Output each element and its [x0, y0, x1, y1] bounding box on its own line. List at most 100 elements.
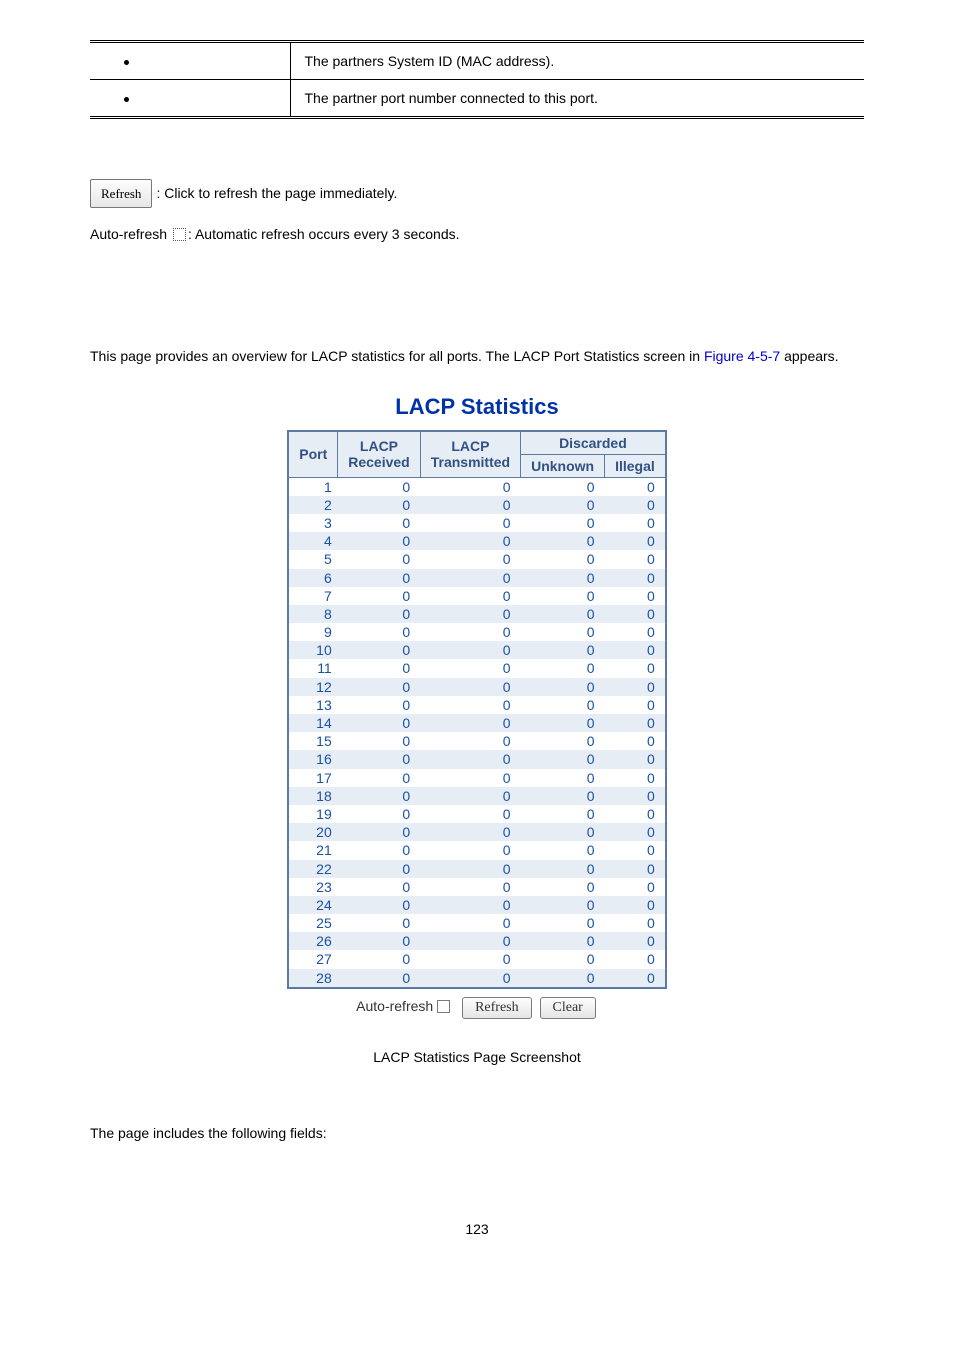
cell-lacp-transmitted: 0: [420, 823, 520, 841]
bullet-cell: [90, 42, 290, 80]
cell-discarded-unknown: 0: [521, 769, 605, 787]
cell-discarded-illegal: 0: [605, 750, 666, 768]
cell-lacp-transmitted: 0: [420, 787, 520, 805]
table-row: 120000: [288, 678, 666, 696]
checkbox-icon[interactable]: [173, 228, 186, 241]
cell-discarded-illegal: 0: [605, 950, 666, 968]
table-row: 150000: [288, 732, 666, 750]
cell-lacp-transmitted: 0: [420, 659, 520, 677]
cell-discarded-unknown: 0: [521, 841, 605, 859]
cell-lacp-transmitted: 0: [420, 496, 520, 514]
cell-port: 26: [288, 932, 338, 950]
cell-discarded-unknown: 0: [521, 496, 605, 514]
col-header-port: Port: [288, 431, 338, 478]
col-header-unknown: Unknown: [521, 454, 605, 477]
cell-port: 4: [288, 532, 338, 550]
cell-lacp-received: 0: [338, 878, 420, 896]
col-header-discarded: Discarded: [521, 431, 666, 455]
cell-discarded-illegal: 0: [605, 696, 666, 714]
cell-discarded-unknown: 0: [521, 550, 605, 568]
figure-reference-link[interactable]: Figure 4-5-7: [704, 348, 780, 364]
cell-port: 17: [288, 769, 338, 787]
cell-lacp-received: 0: [338, 532, 420, 550]
refresh-button[interactable]: Refresh: [90, 179, 152, 208]
intro-before: This page provides an overview for LACP …: [90, 348, 704, 364]
table-row: 170000: [288, 769, 666, 787]
table-row: The partner port number connected to thi…: [90, 80, 864, 118]
cell-discarded-unknown: 0: [521, 896, 605, 914]
table-row: 20000: [288, 496, 666, 514]
table-controls: Auto-refresh Refresh Clear: [287, 997, 667, 1019]
col-header-lacp-transmitted: LACPTransmitted: [420, 431, 520, 478]
cell-port: 3: [288, 514, 338, 532]
following-fields-text: The page includes the following fields:: [90, 1125, 864, 1141]
cell-port: 27: [288, 950, 338, 968]
cell-lacp-transmitted: 0: [420, 932, 520, 950]
autorefresh-help-text: : Automatic refresh occurs every 3 secon…: [188, 226, 460, 242]
cell-discarded-illegal: 0: [605, 550, 666, 568]
cell-port: 1: [288, 477, 338, 496]
refresh-button[interactable]: Refresh: [462, 997, 532, 1019]
cell-lacp-received: 0: [338, 514, 420, 532]
cell-discarded-illegal: 0: [605, 678, 666, 696]
table-row: 200000: [288, 823, 666, 841]
cell-lacp-transmitted: 0: [420, 587, 520, 605]
cell-lacp-received: 0: [338, 914, 420, 932]
cell-port: 10: [288, 641, 338, 659]
cell-port: 2: [288, 496, 338, 514]
cell-port: 18: [288, 787, 338, 805]
cell-discarded-illegal: 0: [605, 823, 666, 841]
cell-lacp-received: 0: [338, 823, 420, 841]
cell-port: 16: [288, 750, 338, 768]
table-row: 140000: [288, 714, 666, 732]
cell-lacp-received: 0: [338, 605, 420, 623]
cell-port: 5: [288, 550, 338, 568]
col-header-illegal: Illegal: [605, 454, 666, 477]
table-row: 90000: [288, 623, 666, 641]
cell-discarded-illegal: 0: [605, 769, 666, 787]
table-row: 280000: [288, 969, 666, 988]
cell-discarded-unknown: 0: [521, 914, 605, 932]
cell-port: 23: [288, 878, 338, 896]
autorefresh-checkbox[interactable]: [437, 1000, 450, 1013]
lacp-statistics-table: Port LACPReceived LACPTransmitted Discar…: [287, 430, 667, 989]
table-row: 100000: [288, 641, 666, 659]
bullet-icon: [124, 97, 129, 102]
cell-lacp-transmitted: 0: [420, 841, 520, 859]
cell-lacp-received: 0: [338, 477, 420, 496]
cell-port: 9: [288, 623, 338, 641]
cell-lacp-transmitted: 0: [420, 732, 520, 750]
cell-lacp-transmitted: 0: [420, 896, 520, 914]
cell-discarded-unknown: 0: [521, 714, 605, 732]
table-row: 160000: [288, 750, 666, 768]
table-row: 270000: [288, 950, 666, 968]
cell-lacp-transmitted: 0: [420, 623, 520, 641]
figure-caption: LACP Statistics Page Screenshot: [90, 1049, 864, 1065]
table-row: 240000: [288, 896, 666, 914]
cell-lacp-received: 0: [338, 641, 420, 659]
autorefresh-label: Auto-refresh: [356, 998, 433, 1014]
cell-lacp-received: 0: [338, 659, 420, 677]
table-row: 80000: [288, 605, 666, 623]
table-row: 130000: [288, 696, 666, 714]
cell-port: 22: [288, 860, 338, 878]
cell-discarded-unknown: 0: [521, 732, 605, 750]
cell-discarded-unknown: 0: [521, 787, 605, 805]
cell-discarded-unknown: 0: [521, 805, 605, 823]
cell-discarded-illegal: 0: [605, 805, 666, 823]
table-row: 250000: [288, 914, 666, 932]
cell-discarded-unknown: 0: [521, 678, 605, 696]
cell-discarded-illegal: 0: [605, 878, 666, 896]
cell-lacp-received: 0: [338, 496, 420, 514]
cell-discarded-illegal: 0: [605, 641, 666, 659]
cell-discarded-illegal: 0: [605, 477, 666, 496]
cell-lacp-received: 0: [338, 950, 420, 968]
table-row: 70000: [288, 587, 666, 605]
cell-discarded-unknown: 0: [521, 477, 605, 496]
desc-cell: The partner port number connected to thi…: [290, 80, 864, 118]
cell-discarded-illegal: 0: [605, 969, 666, 988]
clear-button[interactable]: Clear: [540, 997, 596, 1019]
cell-discarded-illegal: 0: [605, 841, 666, 859]
cell-port: 6: [288, 569, 338, 587]
cell-discarded-illegal: 0: [605, 587, 666, 605]
